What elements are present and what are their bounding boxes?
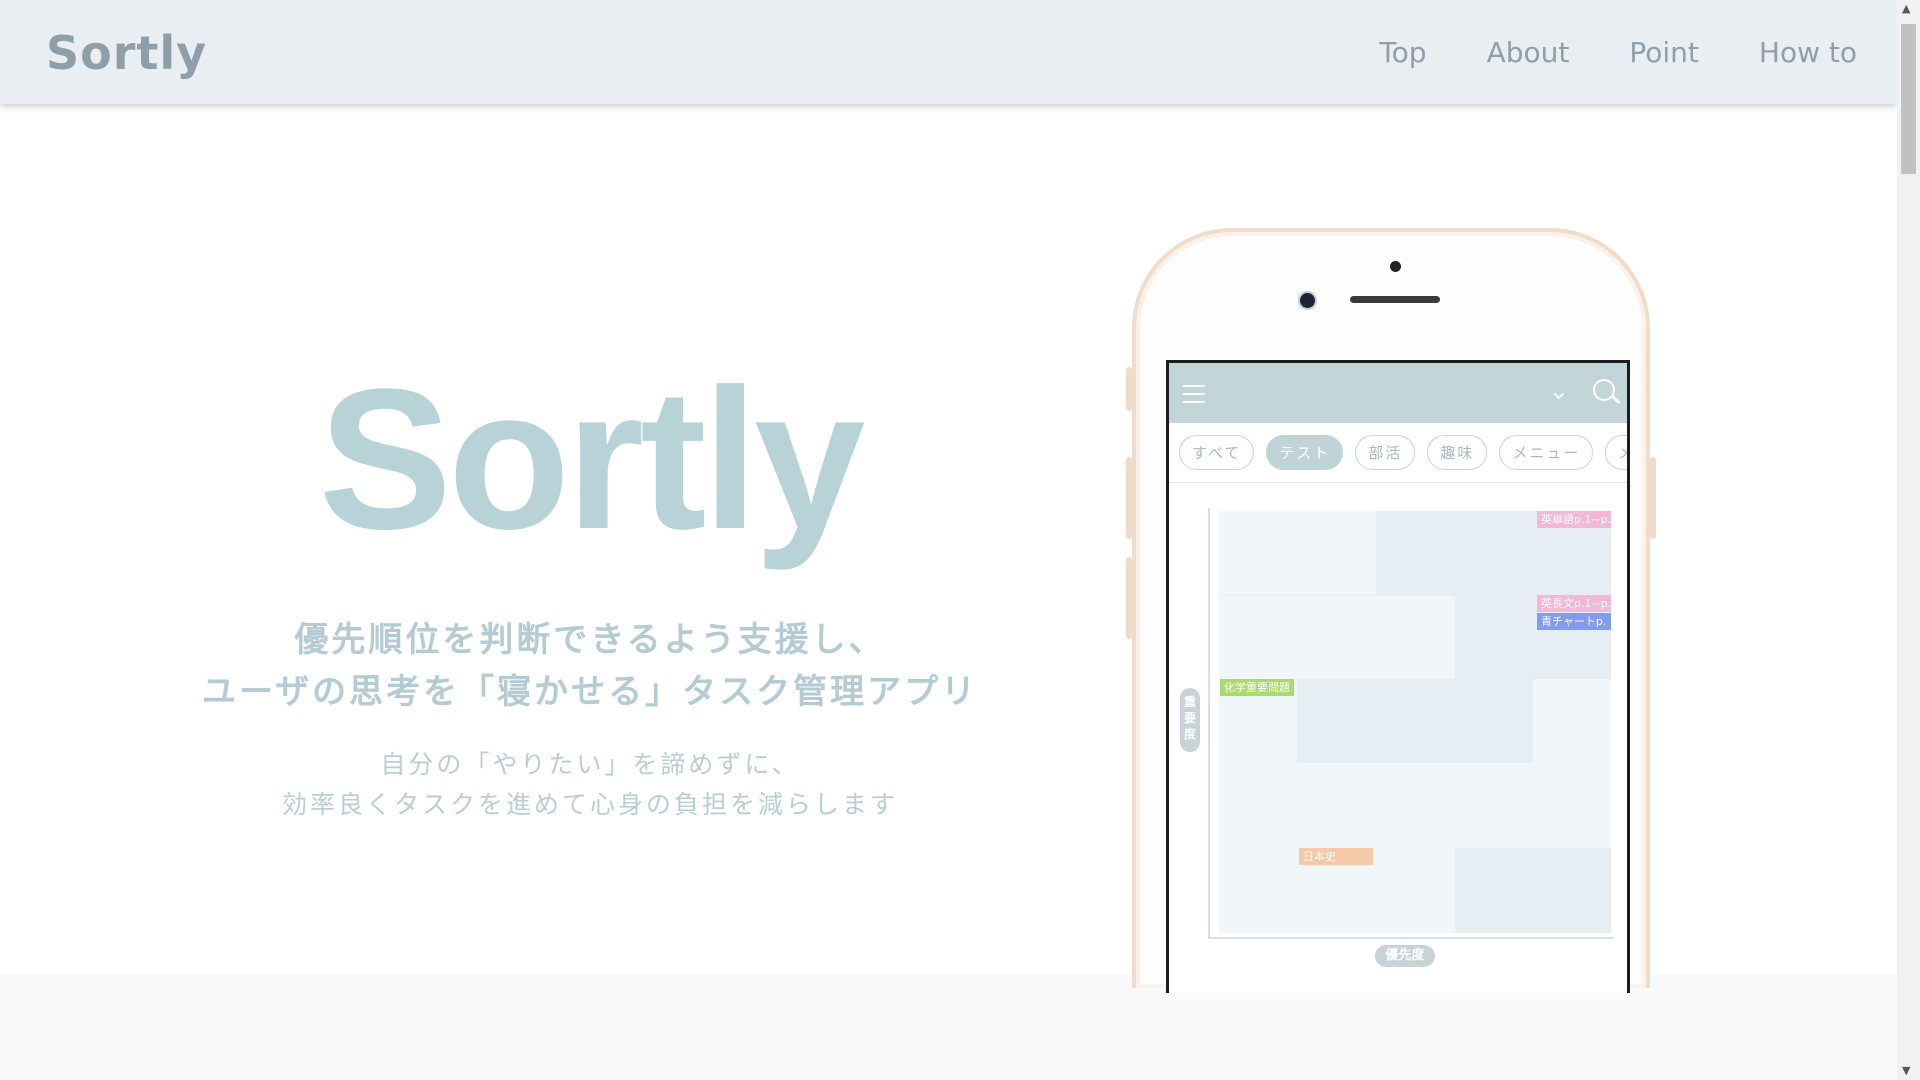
nav-top[interactable]: Top [1379,36,1426,69]
phone-power-button [1650,457,1656,539]
matrix-cell [1297,679,1533,763]
y-axis-label: 重要度 [1180,688,1200,752]
double-chevron-down-icon[interactable]: ⌄ [1549,377,1569,405]
chip-test[interactable]: テスト [1266,435,1344,470]
matrix-cell [1455,848,1611,933]
main-nav: Top About Point How to [1379,36,1857,69]
earpiece-speaker [1350,296,1440,303]
phone-mockup: ⌄ すべて テスト 部活 趣味 メニュー メ 英単語p.1~p. 英長文p.1~… [1126,228,1656,993]
page-scrollbar[interactable]: ▲ ▼ [1897,0,1920,1080]
task-item[interactable]: 日本史 [1299,848,1373,865]
menu-icon[interactable] [1183,385,1205,409]
matrix-cell [1219,595,1455,596]
app-toolbar: ⌄ [1169,363,1627,423]
front-camera [1300,293,1315,308]
task-item[interactable]: 青チャートp. [1537,613,1611,630]
proximity-sensor [1390,261,1401,272]
phone-side-button [1126,367,1132,411]
chip-menu[interactable]: メニュー [1499,435,1594,470]
y-axis-line [1208,508,1210,938]
hero-title: Sortly [318,348,866,571]
app-screen: ⌄ すべて テスト 部活 趣味 メニュー メ 英単語p.1~p. 英長文p.1~… [1166,360,1630,993]
hero-tagline: 優先順位を判断できるよう支援し、 ユーザの思考を「寝かせる」タスク管理アプリ [0,614,1180,718]
chip-club[interactable]: 部活 [1355,435,1416,470]
nav-about[interactable]: About [1487,36,1570,69]
nav-how-to[interactable]: How to [1759,36,1857,69]
category-chips: すべて テスト 部活 趣味 メニュー メ [1169,423,1627,483]
tagline-line-1: 優先順位を判断できるよう支援し、 [294,620,886,660]
task-item[interactable]: 英単語p.1~p. [1537,511,1611,528]
priority-matrix [1219,511,1611,933]
hero-description: 自分の「やりたい」を諦めずに、 効率良くタスクを進めて心身の負担を減らします [0,745,1180,825]
tagline-line-2: ユーザの思考を「寝かせる」タスク管理アプリ [201,672,979,712]
phone-volume-up [1126,457,1132,539]
phone-volume-down [1126,557,1132,639]
site-logo[interactable]: Sortly [46,26,207,80]
x-axis-line [1208,937,1614,939]
scroll-up-arrow-icon[interactable]: ▲ [1902,3,1910,15]
nav-point[interactable]: Point [1629,36,1699,69]
x-axis-label: 優先度 [1375,945,1435,967]
site-header: Sortly Top About Point How to [0,0,1897,104]
chip-overflow[interactable]: メ [1605,435,1627,470]
description-line-2: 効率良くタスクを進めて心身の負担を減らします [281,790,898,819]
chip-hobby[interactable]: 趣味 [1427,435,1488,470]
scroll-thumb[interactable] [1901,24,1916,174]
task-item[interactable]: 化学重要問題 [1220,679,1294,696]
description-line-1: 自分の「やりたい」を諦めずに、 [380,750,800,779]
scroll-down-arrow-icon[interactable]: ▼ [1902,1065,1910,1077]
search-icon[interactable] [1593,379,1615,401]
task-item[interactable]: 英長文p.1~p. [1537,595,1611,612]
chip-all[interactable]: すべて [1179,435,1255,470]
